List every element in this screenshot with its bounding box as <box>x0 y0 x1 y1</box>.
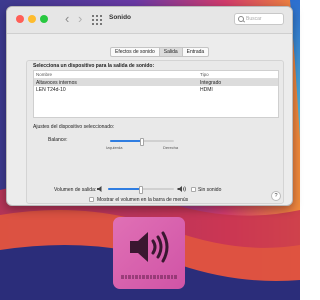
speaker-low-icon <box>97 186 102 192</box>
settings-heading: Ajustes del dispositivo seleccionado: <box>33 124 115 130</box>
search-icon <box>238 16 244 22</box>
title-bar: ‹ › Sonido Buscar <box>7 7 292 34</box>
balance-slider[interactable] <box>110 138 174 146</box>
volume-level-segment <box>131 275 135 279</box>
volume-level-segment <box>124 275 128 279</box>
balance-left-label: Izquierda <box>106 145 123 150</box>
balance-label: Balance: <box>48 137 68 143</box>
output-volume-label: Volumen de salida: <box>54 187 97 193</box>
tab-input[interactable]: Entrada <box>183 48 209 56</box>
mute-label: Sin sonido <box>198 187 222 193</box>
forward-button[interactable]: › <box>78 12 82 26</box>
volume-slider-knob[interactable] <box>139 186 143 194</box>
volume-level-segment <box>160 275 163 279</box>
list-header: Nombre Tipo <box>34 71 278 79</box>
output-heading: Selecciona un dispositivo para la salida… <box>33 63 155 69</box>
output-panel: Selecciona un dispositivo para la salida… <box>26 60 284 204</box>
volume-level-segment <box>170 275 174 279</box>
tab-output[interactable]: Salida <box>159 48 183 56</box>
window-title: Sonido <box>109 14 132 21</box>
volume-level-segment <box>153 275 156 279</box>
volume-slider-fill <box>108 188 141 190</box>
back-button[interactable]: ‹ <box>65 12 69 26</box>
volume-level-segment <box>142 275 145 279</box>
volume-level-segment <box>121 275 124 279</box>
device-row[interactable]: LEN T24d-10 HDMI <box>34 86 278 93</box>
device-type: HDMI <box>200 87 213 93</box>
volume-level-segment <box>128 275 131 279</box>
zoom-button[interactable] <box>40 15 48 23</box>
volume-hud <box>113 217 185 289</box>
output-volume-slider[interactable] <box>108 186 174 194</box>
column-name[interactable]: Nombre <box>36 72 52 77</box>
volume-level-segment <box>174 275 177 279</box>
show-volume-in-menubar-checkbox[interactable] <box>89 197 94 202</box>
speaker-high-icon <box>177 186 186 192</box>
help-button[interactable]: ? <box>271 191 281 201</box>
volume-level-segment <box>149 275 153 279</box>
output-device-list[interactable]: Nombre Tipo Altavoces internos Integrado… <box>33 70 279 118</box>
volume-level-segment <box>156 275 160 279</box>
sound-preferences-window: ‹ › Sonido Buscar Efectos de sonido Sali… <box>6 6 293 206</box>
search-placeholder: Buscar <box>246 16 262 22</box>
speaker-volume-icon <box>130 231 169 263</box>
show-all-icon[interactable] <box>92 15 102 25</box>
tab-bar: Efectos de sonido Salida Entrada <box>110 47 210 57</box>
volume-level-segment <box>138 275 142 279</box>
balance-right-label: Derecha <box>163 145 179 150</box>
device-row[interactable]: Altavoces internos Integrado <box>34 79 278 86</box>
mute-checkbox[interactable] <box>191 187 196 192</box>
volume-level-segment <box>163 275 167 279</box>
device-name: LEN T24d-10 <box>36 87 66 93</box>
volume-level-segment <box>145 275 149 279</box>
volume-level-segment <box>135 275 138 279</box>
column-type[interactable]: Tipo <box>200 72 209 77</box>
tab-sound-effects[interactable]: Efectos de sonido <box>111 48 160 56</box>
close-button[interactable] <box>16 15 24 23</box>
volume-level-bar <box>121 275 177 279</box>
show-volume-in-menubar-label: Mostrar el volumen en la barra de menús <box>97 197 189 203</box>
search-field[interactable]: Buscar <box>234 13 284 25</box>
volume-level-segment <box>167 275 170 279</box>
balance-slider-fill <box>110 140 142 142</box>
balance-slider-knob[interactable] <box>140 138 144 146</box>
minimize-button[interactable] <box>28 15 36 23</box>
